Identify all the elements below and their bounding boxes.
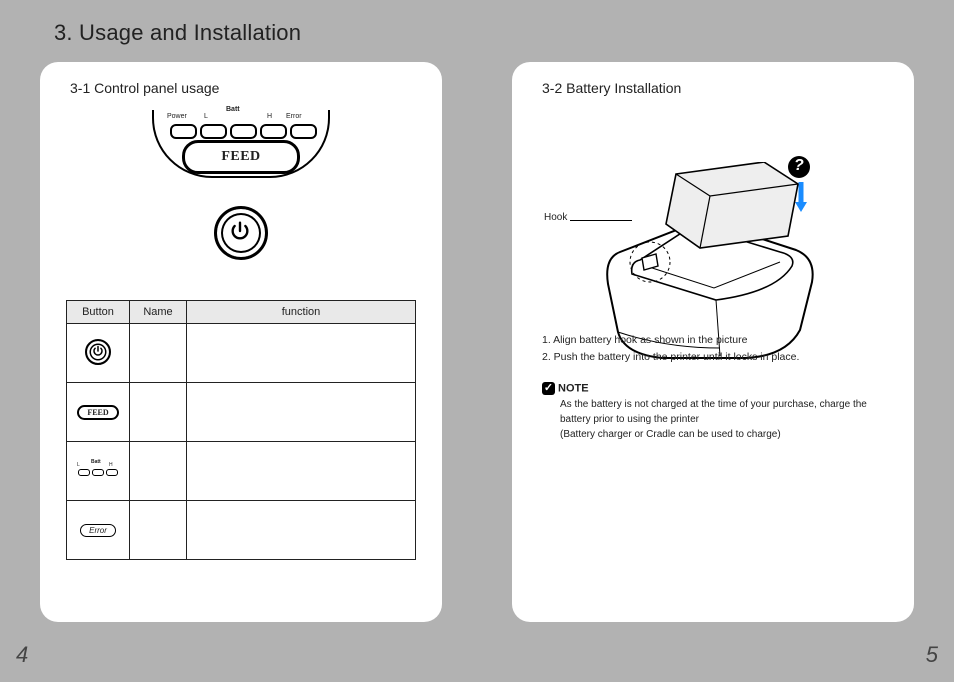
led-h-icon: [260, 124, 287, 139]
th-func: function: [187, 301, 416, 324]
table-row: Error: [67, 501, 416, 560]
cell-func: [187, 442, 416, 501]
section-title: 3. Usage and Installation: [54, 20, 301, 46]
power-glyph-icon: [229, 220, 251, 242]
feed-button-icon: FEED: [77, 405, 118, 420]
control-panel-illustration: Power L Batt H Error FEED: [40, 106, 442, 296]
page-number-left: 4: [16, 642, 28, 668]
feed-button-icon: FEED: [182, 140, 300, 174]
note-heading-text: NOTE: [558, 382, 589, 394]
table-row: [67, 324, 416, 383]
control-panel-top: Power L Batt H Error FEED: [146, 106, 336, 190]
led-power-icon: [170, 124, 197, 139]
install-steps: 1. Align battery hook as shown in the pi…: [542, 332, 884, 366]
error-led-icon: Error: [80, 524, 116, 537]
power-button-icon: [214, 206, 268, 260]
th-name: Name: [130, 301, 187, 324]
led-label-error: Error: [286, 113, 302, 120]
subtitle-3-1: 3-1 Control panel usage: [70, 80, 219, 96]
cell-name: [130, 442, 187, 501]
table-row: L Batt H: [67, 442, 416, 501]
led-label-l: L: [204, 113, 208, 120]
check-icon: ✓: [542, 382, 555, 395]
step-2: 2. Push the battery into the printer unt…: [542, 349, 884, 366]
subtitle-3-2: 3-2 Battery Installation: [542, 80, 681, 96]
cell-func: [187, 324, 416, 383]
cell-name: [130, 324, 187, 383]
led-label-power: Power: [167, 113, 187, 120]
note-block: ✓NOTE As the battery is not charged at t…: [542, 382, 884, 442]
manual-spread: 3. Usage and Installation 3-1 Control pa…: [0, 0, 954, 682]
cell-name: [130, 501, 187, 560]
page-right: 3-2 Battery Installation Hook: [512, 62, 914, 622]
page-number-right: 5: [926, 642, 938, 668]
power-button-icon: [85, 339, 111, 365]
cell-func: [187, 383, 416, 442]
table-row: FEED: [67, 383, 416, 442]
page-left: 3-1 Control panel usage Power L Batt H E…: [40, 62, 442, 622]
note-line-2: (Battery charger or Cradle can be used t…: [560, 427, 884, 442]
th-button: Button: [67, 301, 130, 324]
battery-leds-icon: L Batt H: [78, 462, 118, 478]
led-m-icon: [230, 124, 257, 139]
button-table: Button Name function FEED: [66, 300, 416, 560]
led-l-icon: [200, 124, 227, 139]
led-label-batt: Batt: [226, 106, 240, 113]
led-error-icon: [290, 124, 317, 139]
hook-label: Hook: [544, 212, 567, 223]
cell-func: [187, 501, 416, 560]
note-heading: ✓NOTE: [542, 382, 884, 395]
battery-install-illustration: Hook: [512, 102, 914, 322]
note-line-1: As the battery is not charged at the tim…: [560, 397, 884, 427]
led-label-h: H: [267, 113, 272, 120]
step-1: 1. Align battery hook as shown in the pi…: [542, 332, 884, 349]
cell-name: [130, 383, 187, 442]
